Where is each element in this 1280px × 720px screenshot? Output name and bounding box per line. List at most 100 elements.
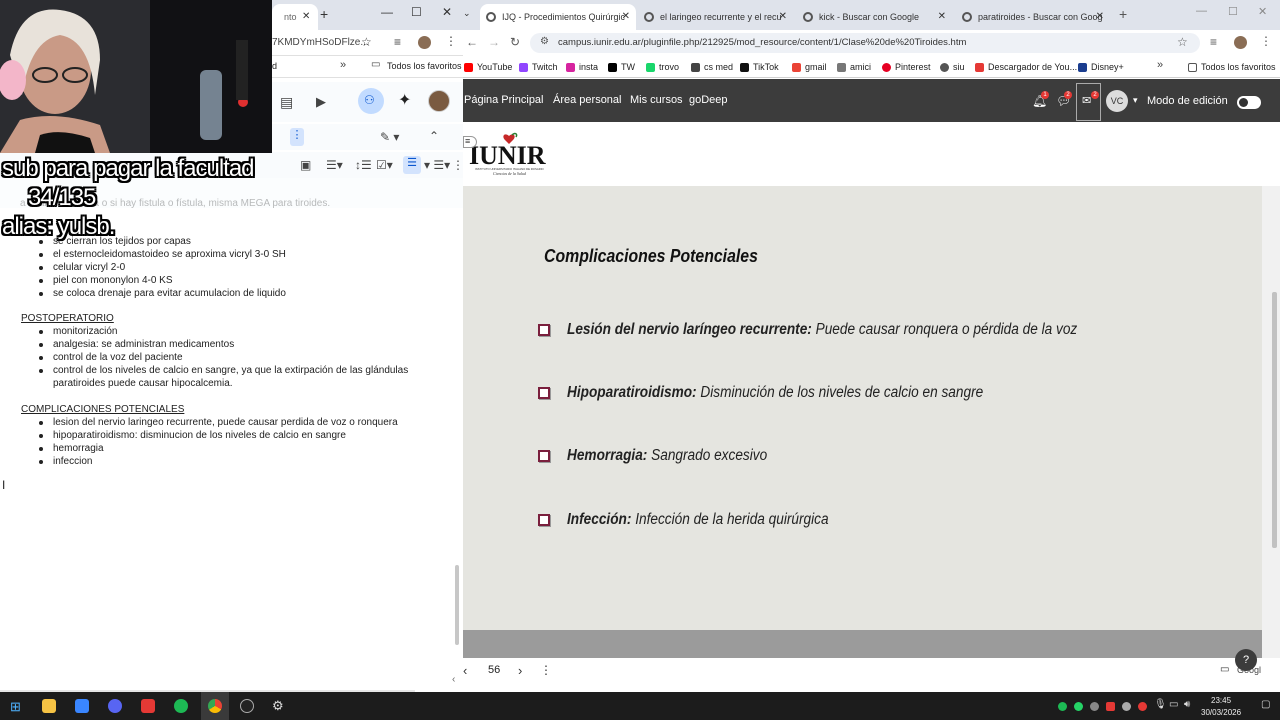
spotify-tray-icon[interactable] bbox=[1058, 702, 1067, 711]
tab-laringeo[interactable]: el laringeo recurrente y el recu ✕ bbox=[638, 4, 793, 30]
close-icon[interactable]: ✕ bbox=[938, 11, 946, 22]
new-tab-icon[interactable]: + bbox=[1119, 6, 1127, 22]
star-icon[interactable]: ☆ bbox=[361, 35, 372, 49]
minimize-icon[interactable]: — bbox=[1196, 5, 1207, 17]
tray-icon[interactable] bbox=[1138, 702, 1147, 711]
tray-icon[interactable] bbox=[1106, 702, 1115, 711]
site-info-icon[interactable]: ⚙ bbox=[540, 36, 549, 47]
account-avatar[interactable] bbox=[428, 90, 450, 112]
nav-courses-link[interactable]: Mis cursos bbox=[630, 94, 683, 106]
collapse-arrow-icon[interactable]: ‹ bbox=[452, 674, 455, 685]
close-window-icon[interactable]: ✕ bbox=[442, 5, 452, 19]
reload-icon[interactable]: ↻ bbox=[510, 35, 520, 49]
bookmark-twitch[interactable]: Twitch bbox=[519, 62, 558, 72]
nav-home-link[interactable]: Página Principal bbox=[464, 94, 544, 106]
profile-avatar[interactable] bbox=[418, 36, 431, 49]
tab-paratiroides[interactable]: paratiroides - Buscar con Goog ✕ bbox=[956, 4, 1110, 30]
menu-kebab-icon[interactable]: ⋮ bbox=[445, 34, 457, 48]
insert-image-icon[interactable]: ▣ bbox=[300, 158, 311, 172]
bookmark-amici[interactable]: amici bbox=[837, 62, 871, 72]
star-icon[interactable]: ☆ bbox=[1177, 35, 1188, 49]
url-text[interactable]: campus.iunir.edu.ar/pluginfile.php/21292… bbox=[558, 37, 966, 48]
align-icon[interactable]: ☰▾ bbox=[326, 158, 343, 172]
microphone-icon[interactable]: 🎙︎ bbox=[1154, 699, 1167, 710]
bulleted-list-icon[interactable]: ☰ bbox=[403, 156, 421, 174]
mail-button[interactable]: ✉ 2 bbox=[1076, 83, 1101, 121]
whatsapp-tray-icon[interactable] bbox=[1074, 702, 1083, 711]
more-options-icon[interactable]: ⋮ bbox=[290, 128, 304, 146]
bookmark-trovo[interactable]: trovo bbox=[646, 62, 679, 72]
pencil-icon[interactable]: ✎ ▾ bbox=[380, 130, 399, 144]
file-explorer-icon[interactable] bbox=[42, 699, 56, 713]
iunir-logo[interactable]: IUNIR INSTITUTO UNIVERSITARIO ITALIANO D… bbox=[463, 126, 559, 178]
volume-icon[interactable]: 🔊︎ bbox=[1184, 699, 1190, 710]
clock-time[interactable]: 23:45 bbox=[1211, 696, 1231, 705]
chrome-taskbar-button[interactable] bbox=[201, 692, 229, 720]
chevron-right-icon[interactable]: » bbox=[340, 59, 346, 71]
tab-search-icon[interactable]: ⌄ bbox=[463, 8, 471, 19]
bookmark-tw[interactable]: TW bbox=[608, 62, 635, 72]
maximize-icon[interactable]: ☐ bbox=[411, 5, 422, 19]
bookmark-disney[interactable]: Disney+ bbox=[1078, 62, 1124, 72]
windows-start-icon[interactable]: ⊞ bbox=[10, 699, 21, 715]
nav-godeep-link[interactable]: goDeep bbox=[689, 94, 728, 106]
close-icon[interactable]: ✕ bbox=[302, 11, 310, 22]
help-button[interactable]: ? bbox=[1235, 649, 1257, 671]
app-red-icon[interactable] bbox=[141, 699, 155, 713]
clock-date[interactable]: 30/03/2026 bbox=[1201, 708, 1241, 717]
menu-kebab-icon[interactable]: ⋮ bbox=[1260, 34, 1272, 48]
forward-icon[interactable]: → bbox=[488, 35, 500, 49]
maximize-icon[interactable]: ☐ bbox=[1228, 5, 1238, 18]
bookmark-gmail[interactable]: gmail bbox=[792, 62, 827, 72]
minimize-icon[interactable]: — bbox=[381, 5, 393, 19]
bookmark-tiktok[interactable]: TikTok bbox=[740, 62, 779, 72]
all-bookmarks-link[interactable]: Todos los favoritos bbox=[387, 61, 462, 71]
notifications-icon[interactable]: ▢ bbox=[1261, 699, 1270, 710]
chevron-right-icon[interactable]: » bbox=[1157, 59, 1163, 71]
scrollbar-thumb[interactable] bbox=[1272, 292, 1277, 548]
new-tab-icon[interactable]: + bbox=[320, 6, 328, 22]
prev-page-icon[interactable]: ‹ bbox=[463, 663, 467, 678]
more-icon[interactable]: ⋮ bbox=[540, 663, 552, 677]
network-icon[interactable]: ▭ bbox=[1169, 699, 1178, 710]
present-icon[interactable]: ▭ bbox=[1220, 664, 1229, 675]
close-icon[interactable]: ✕ bbox=[1096, 11, 1104, 22]
bookmark-insta[interactable]: insta bbox=[566, 62, 598, 72]
video-call-icon[interactable]: ▶ bbox=[316, 94, 326, 110]
left-bookmark-partial[interactable]: d bbox=[272, 61, 277, 71]
tray-icon[interactable] bbox=[1090, 702, 1099, 711]
settings-gear-icon[interactable]: ⚙ bbox=[272, 698, 284, 714]
tab-kick[interactable]: kick - Buscar con Google ✕ bbox=[797, 4, 952, 30]
bookmark-pinterest[interactable]: Pinterest bbox=[882, 62, 931, 72]
queue-icon[interactable]: ≡ bbox=[1210, 35, 1217, 49]
close-icon[interactable]: ✕ bbox=[779, 11, 787, 22]
bookmark-siu[interactable]: siu bbox=[940, 62, 965, 72]
profile-avatar[interactable] bbox=[1234, 36, 1247, 49]
user-avatar[interactable]: VC bbox=[1106, 90, 1128, 112]
bookmark-descargador[interactable]: Descargador de You... bbox=[975, 62, 1077, 72]
gemini-icon[interactable]: ✦ bbox=[398, 90, 411, 110]
collapse-icon[interactable]: ⌃ bbox=[429, 129, 439, 143]
line-spacing-icon[interactable]: ↕☰ bbox=[355, 158, 372, 172]
share-button[interactable]: ⚇ bbox=[358, 88, 384, 114]
page-scrollbar[interactable] bbox=[1262, 186, 1280, 658]
bookmark-youtube[interactable]: YouTube bbox=[464, 62, 512, 72]
obs-icon[interactable] bbox=[240, 699, 254, 713]
numbered-list-icon[interactable]: ▾ ☰▾ bbox=[424, 158, 450, 172]
next-page-icon[interactable]: › bbox=[518, 663, 522, 678]
queue-icon[interactable]: ≡ bbox=[394, 35, 401, 49]
comment-icon[interactable]: ▤ bbox=[280, 94, 293, 111]
close-window-icon[interactable]: ✕ bbox=[1258, 5, 1267, 18]
bookmark-csmed[interactable]: cs med bbox=[691, 62, 733, 72]
checklist-icon[interactable]: ☑▾ bbox=[376, 158, 393, 172]
chevron-down-icon[interactable]: ▾ bbox=[1133, 95, 1138, 106]
store-icon[interactable] bbox=[75, 699, 89, 713]
nav-personal-link[interactable]: Área personal bbox=[553, 94, 622, 106]
doc-scrollbar[interactable] bbox=[455, 565, 459, 645]
spotify-icon[interactable] bbox=[174, 699, 188, 713]
drawer-toggle[interactable]: ≡ bbox=[463, 136, 477, 148]
tab-procedimientos[interactable]: IJQ - Procedimientos Quirúrgic ✕ bbox=[480, 4, 636, 30]
all-bookmarks-link[interactable]: Todos los favoritos bbox=[1188, 62, 1276, 72]
tray-icon[interactable] bbox=[1122, 702, 1131, 711]
discord-icon[interactable] bbox=[108, 699, 122, 713]
